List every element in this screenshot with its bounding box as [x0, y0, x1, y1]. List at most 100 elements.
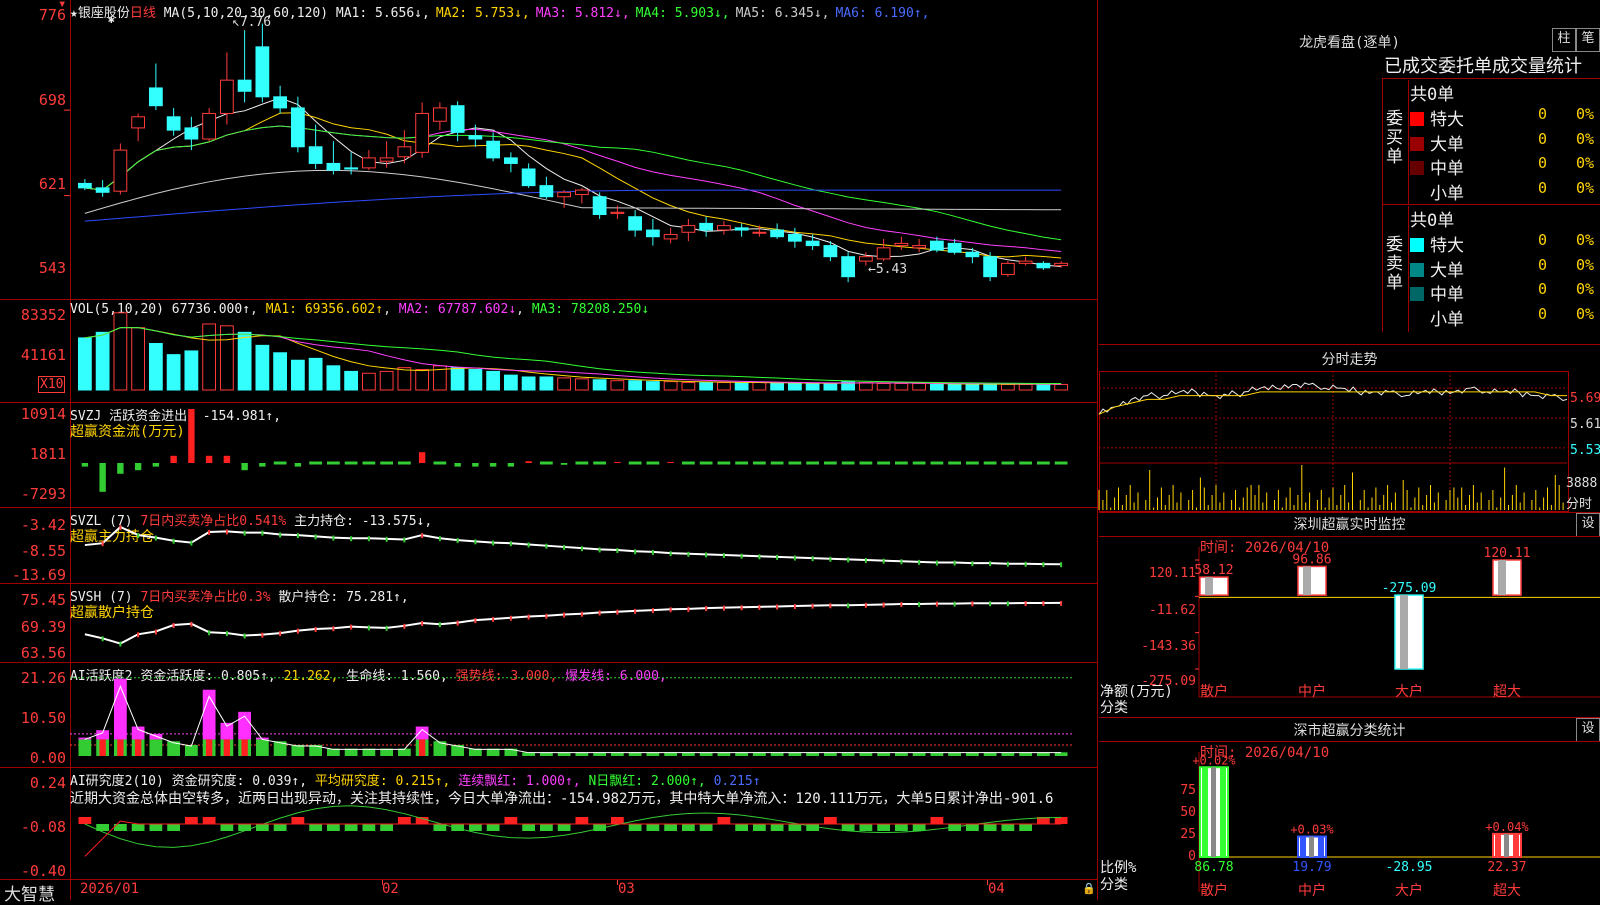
volume-bar — [610, 380, 625, 391]
stats-tabs[interactable]: 已成交委托单成交量统计 — [1384, 52, 1582, 78]
buy-row: 中单 0 0% — [1410, 154, 1594, 179]
intraday-vol-unit: 分时 — [1566, 497, 1593, 512]
sz-monitor-chart[interactable]: 58.12 散户 96.86 中户 -275.09 大户 120.11 超大 — [1099, 537, 1600, 717]
ai-res-bar — [238, 824, 252, 831]
ai-res-bar — [486, 824, 500, 831]
date-axis: 大智慧 2026/01 02 03 04 🔒 — [0, 879, 1098, 905]
sell-pct: 0% — [1576, 304, 1595, 323]
sz-monitor-title: 深圳超赢实时监控 — [1293, 517, 1406, 533]
bar-mode-button[interactable]: 柱 — [1552, 28, 1576, 52]
svzj-bar — [344, 461, 358, 465]
szc-bar-shade — [1504, 833, 1509, 857]
lock-icon[interactable]: 🔒 — [1082, 882, 1096, 895]
svzl-chart[interactable] — [0, 508, 1098, 584]
buy-value: 0 — [1538, 154, 1548, 172]
svsh-line — [84, 601, 1062, 645]
candle — [858, 256, 873, 262]
ai-res-bar — [823, 817, 837, 824]
intraday-title[interactable]: 分时走势 — [1099, 349, 1600, 369]
high-marker-label: ↖7.76 — [232, 15, 272, 30]
sz-bar — [1199, 576, 1229, 596]
ai-act-bar-core — [117, 739, 124, 756]
svzj-bar — [965, 461, 979, 465]
volume-bar — [681, 382, 696, 391]
candle — [965, 251, 980, 258]
svzj-bar — [454, 463, 461, 467]
date-tick-feb: 02 — [382, 881, 399, 897]
buy-type: 特大 — [1430, 110, 1464, 130]
ai-res-bar — [628, 824, 642, 831]
volume-bar — [592, 379, 607, 391]
svzl-panel[interactable]: SVZL (7) 7日内买卖净占比0.541% 主力持仓: -13.575↓, … — [0, 507, 1098, 584]
svzj-bar — [628, 461, 642, 465]
ai-act-bar-core — [134, 739, 142, 756]
szc-bar-value-label: -28.95 — [1386, 860, 1433, 875]
volume-bar — [184, 350, 199, 391]
candlestick-chart[interactable]: ✱ — [0, 0, 1098, 299]
volume-bar — [486, 370, 501, 391]
volume-bar — [787, 382, 802, 391]
ai-res-bar — [291, 817, 305, 824]
ai-research-chart[interactable] — [0, 768, 1098, 880]
sz-monitor-settings-button[interactable]: 设 — [1576, 513, 1600, 537]
buy-type: 大单 — [1430, 134, 1464, 155]
ai-activity-chart[interactable] — [0, 663, 1098, 768]
buy-pct: 0% — [1576, 154, 1595, 172]
ai-res-bar — [610, 817, 624, 824]
ai-act-bar — [291, 744, 305, 756]
candle — [131, 116, 146, 129]
sell-value: 0 — [1538, 255, 1548, 274]
buy-type: 小单 — [1430, 183, 1464, 204]
svzj-bar — [170, 455, 177, 463]
sz-category-label: 超大 — [1493, 684, 1521, 700]
ai-research-panel[interactable]: AI研究度2(10) 资金研究度: 0.039↑, 平均研究度: 0.215↑,… — [0, 767, 1098, 880]
svzj-bar — [539, 461, 553, 465]
candle — [876, 247, 891, 260]
volume-bar — [148, 342, 163, 391]
svsh-panel[interactable]: SVSH (7) 7日内买卖净占比0.3% 散户持仓: 75.281↑, 超赢散… — [0, 583, 1098, 663]
volume-bar — [770, 382, 785, 391]
svzj-bar — [877, 461, 891, 465]
svsh-chart[interactable] — [0, 584, 1098, 663]
ai-res-bar — [1019, 824, 1033, 831]
sz-bar-label: 96.86 — [1292, 552, 1331, 567]
sz-bar-label: 58.12 — [1194, 563, 1233, 578]
volume-bar — [503, 374, 518, 391]
ai-res-bar — [468, 824, 482, 831]
svzj-bar — [788, 461, 802, 465]
sell-type: 特大 — [1430, 236, 1464, 256]
volume-panel[interactable]: VOL(5,10,20) 67736.000↑, MA1: 69356.602↑… — [0, 299, 1098, 403]
sell-swatch — [1410, 287, 1424, 301]
price-panel[interactable]: ▾ ★银座股份日线 MA(5,10,20,30,60,120) MA1: 5.6… — [0, 0, 1098, 299]
volume-bar — [894, 382, 909, 391]
candle — [645, 229, 660, 238]
szc-bar-right — [1513, 833, 1519, 857]
ai-res-bar — [273, 824, 287, 831]
sell-orders-label: 委卖单 — [1386, 235, 1403, 293]
volume-bar — [1054, 383, 1069, 391]
sz-bar-shade — [1498, 560, 1506, 596]
sell-value: 0 — [1538, 304, 1548, 323]
candle — [663, 233, 678, 240]
svzj-chart[interactable] — [0, 403, 1098, 508]
ai-activity-panel[interactable]: AI活跃度2 资金活跃度: 0.805↑, 21.262, 生命线: 1.560… — [0, 662, 1098, 768]
szc-bar-value-label: 19.79 — [1292, 860, 1331, 875]
volume-bar — [716, 382, 731, 391]
volume-bar — [876, 382, 891, 391]
volume-bar — [823, 382, 838, 391]
sz-bar — [1394, 594, 1424, 670]
svzj-panel[interactable]: SVZJ 活跃资金进出: -154.981↑, 超赢资金流(万元) 10914 … — [0, 402, 1098, 508]
sell-type: 小单 — [1430, 309, 1464, 330]
sz-class-chart[interactable]: +0.02% 86.78 散户 +0.03% 19.79 中户 -28.95 大户 +0.04%… — [1099, 742, 1600, 902]
ai-res-bar — [149, 824, 163, 831]
sz-class-settings-button[interactable]: 设 — [1576, 718, 1600, 742]
svzj-bar — [507, 463, 515, 467]
ai-res-bar — [344, 824, 358, 831]
brand-label[interactable]: 大智慧 — [4, 880, 55, 905]
date-tick-jan: 2026/01 — [80, 881, 140, 897]
ai-res-bar — [806, 824, 820, 831]
volume-chart[interactable] — [0, 300, 1098, 403]
tick-mode-button[interactable]: 笔 — [1576, 28, 1600, 52]
intraday-chart[interactable] — [1098, 371, 1600, 521]
ai-res-bar — [131, 824, 145, 831]
